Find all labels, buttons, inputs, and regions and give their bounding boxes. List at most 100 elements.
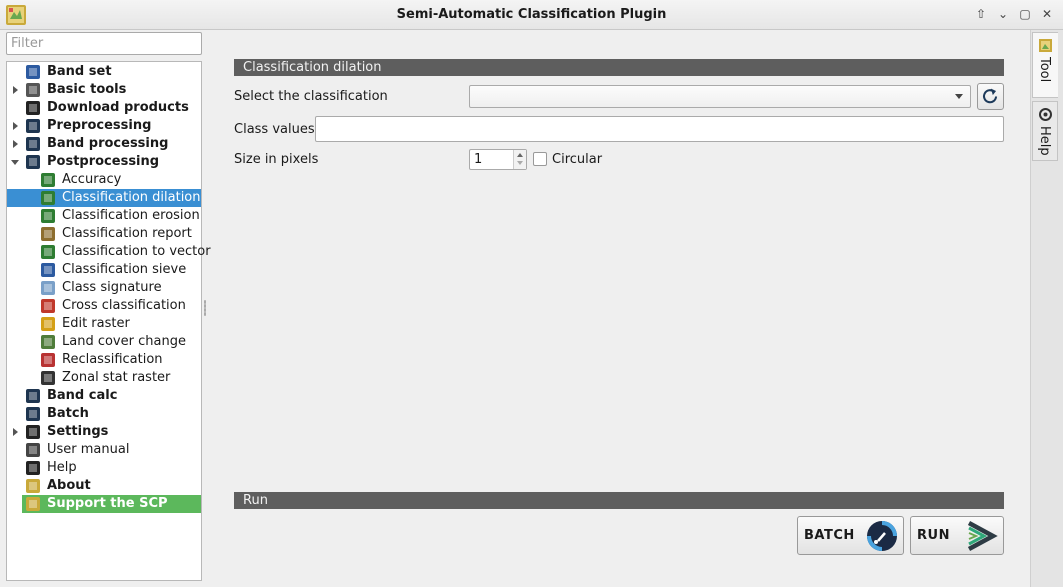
sidebar-item-help[interactable]: Help <box>7 459 201 477</box>
sidebar-item-classification-erosion[interactable]: Classification erosion <box>7 207 201 225</box>
expand-arrow-right-icon[interactable] <box>11 85 19 95</box>
sidebar-item-reclassification[interactable]: Reclassification <box>7 351 201 369</box>
sidebar-item-postprocessing[interactable]: Postprocessing <box>7 153 201 171</box>
preprocessing-icon <box>26 119 40 133</box>
sidebar-item-settings[interactable]: Settings <box>7 423 201 441</box>
sidebar-item-band-calc[interactable]: Band calc <box>7 387 201 405</box>
circular-label: Circular <box>552 152 603 167</box>
classification-erosion-icon <box>41 209 55 223</box>
sidebar-item-label: Classification sieve <box>62 262 187 277</box>
stepper-arrows[interactable] <box>513 150 526 169</box>
postprocessing-icon <box>26 155 40 169</box>
sidebar-item-classification-to-vector[interactable]: Classification to vector <box>7 243 211 261</box>
sidebar-item-zonal-stat-raster[interactable]: Zonal stat raster <box>7 369 201 387</box>
tab-tool[interactable]: Tool <box>1032 32 1058 98</box>
expand-arrow-right-icon[interactable] <box>11 121 19 131</box>
sidebar-item-band-processing[interactable]: Band processing <box>7 135 201 153</box>
circular-checkbox[interactable] <box>533 152 547 166</box>
expand-arrow-down-icon[interactable] <box>11 157 19 167</box>
settings-icon <box>26 425 40 439</box>
sidebar-item-label: Classification erosion <box>62 208 200 223</box>
sidebar-item-user-manual[interactable]: User manual <box>7 441 201 459</box>
maximize-icon[interactable]: ▢ <box>1017 6 1033 22</box>
sidebar-item-label: Edit raster <box>62 316 130 331</box>
refresh-button[interactable] <box>977 83 1004 110</box>
sidebar-item-cross-classification[interactable]: Cross classification <box>7 297 201 315</box>
sidebar-item-label: Accuracy <box>62 172 122 187</box>
class-signature-icon <box>41 281 55 295</box>
batch-button-label: BATCH <box>804 528 855 543</box>
sidebar-item-edit-raster[interactable]: Edit raster <box>7 315 201 333</box>
sidebar-item-label: Cross classification <box>62 298 186 313</box>
classification-report-icon <box>41 227 55 241</box>
about-icon <box>26 479 40 493</box>
run-button[interactable]: RUN <box>910 516 1004 555</box>
stepper-up-icon[interactable] <box>517 153 523 157</box>
sidebar-item-label: Land cover change <box>62 334 186 349</box>
tool-tree[interactable]: Band set Basic tools Download products Prep… <box>6 61 211 581</box>
sidebar-item-accuracy[interactable]: Accuracy <box>7 171 201 189</box>
sidebar-item-label: Basic tools <box>47 82 127 97</box>
tab-help[interactable]: Help <box>1032 101 1058 161</box>
sidebar-item-label: Zonal stat raster <box>62 370 171 385</box>
splitter-handle[interactable] <box>204 300 206 316</box>
sidebar-item-label: Support the SCP <box>47 496 168 511</box>
run-arrow-icon <box>967 521 998 551</box>
sidebar-item-label: Class signature <box>62 280 162 295</box>
sidebar-item-support-the-scp[interactable]: Support the SCP <box>22 495 201 513</box>
minimize-icon[interactable]: ⌄ <box>995 6 1011 22</box>
sidebar-item-label: Classification to vector <box>62 244 211 259</box>
sidebar-item-preprocessing[interactable]: Preprocessing <box>7 117 201 135</box>
reclassification-icon <box>41 353 55 367</box>
sidebar-item-label: Band calc <box>47 388 118 403</box>
sidebar-item-classification-report[interactable]: Classification report <box>7 225 201 243</box>
basic-tools-icon <box>26 83 40 97</box>
edit-raster-icon <box>41 317 55 331</box>
help-tab-icon <box>1039 108 1052 121</box>
tab-help-label: Help <box>1037 126 1052 156</box>
land-cover-change-icon <box>41 335 55 349</box>
sidebar-item-about[interactable]: About <box>7 477 201 495</box>
sidebar-item-basic-tools[interactable]: Basic tools <box>7 81 201 99</box>
band-calc-icon <box>26 389 40 403</box>
sidebar-item-label: Classification report <box>62 226 192 241</box>
section-title-bar: Classification dilation <box>234 59 1004 76</box>
sidebar-item-band-set[interactable]: Band set <box>7 63 201 81</box>
help-icon <box>26 461 40 475</box>
filter-input[interactable] <box>6 32 202 55</box>
keep-above-icon[interactable]: ⇧ <box>973 6 989 22</box>
size-in-pixels-label: Size in pixels <box>234 152 319 167</box>
expand-arrow-right-icon[interactable] <box>11 139 19 149</box>
sidebar-item-class-signature[interactable]: Class signature <box>7 279 201 297</box>
classification-to-vector-icon <box>41 245 55 259</box>
sidebar-item-label: Postprocessing <box>47 154 160 169</box>
sidebar-item-download-products[interactable]: Download products <box>7 99 201 117</box>
close-icon[interactable]: ✕ <box>1039 6 1055 22</box>
sidebar-item-classification-dilation[interactable]: Classification dilation <box>7 189 201 207</box>
window-controls: ⇧ ⌄ ▢ ✕ <box>973 6 1055 22</box>
classification-select[interactable] <box>469 85 971 108</box>
zonal-stat-icon <box>41 371 55 385</box>
cross-classification-icon <box>41 299 55 313</box>
classification-dilation-icon <box>41 191 55 205</box>
sidebar-item-label: User manual <box>47 442 130 457</box>
sidebar-item-land-cover-change[interactable]: Land cover change <box>7 333 201 351</box>
stepper-down-icon[interactable] <box>517 161 523 165</box>
user-manual-icon <box>26 443 40 457</box>
band-processing-icon <box>26 137 40 151</box>
tab-tool-label: Tool <box>1037 57 1052 83</box>
size-in-pixels-stepper[interactable]: 1 <box>469 149 527 170</box>
chevron-down-icon <box>955 94 963 99</box>
run-section-bar: Run <box>234 492 1004 509</box>
batch-icon <box>26 407 40 421</box>
batch-button[interactable]: BATCH <box>797 516 904 555</box>
class-values-input[interactable] <box>315 116 1004 142</box>
band-set-icon <box>26 65 40 79</box>
sidebar-item-batch[interactable]: Batch <box>7 405 201 423</box>
sidebar-item-label: Classification dilation <box>62 190 201 205</box>
run-button-label: RUN <box>917 528 950 543</box>
size-in-pixels-value: 1 <box>474 152 483 167</box>
class-values-label: Class values <box>234 122 315 137</box>
expand-arrow-right-icon[interactable] <box>11 427 19 437</box>
sidebar-item-classification-sieve[interactable]: Classification sieve <box>7 261 201 279</box>
